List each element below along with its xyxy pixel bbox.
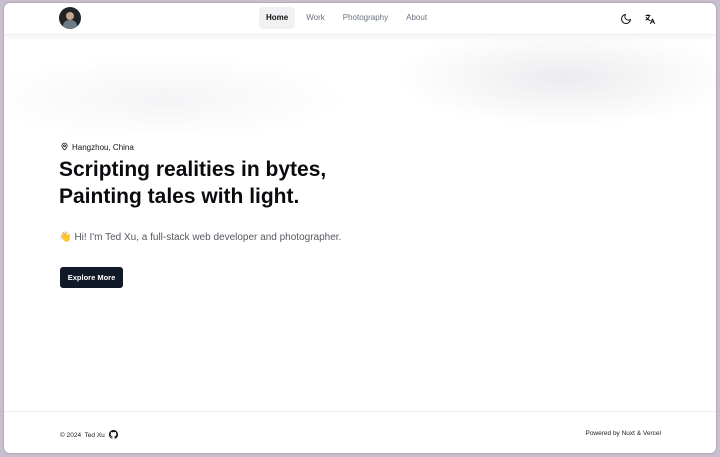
browser-window: Home Work Photography About Hangzhou, Ch…	[4, 3, 716, 453]
powered-by: Powered by Nuxt & Vercel	[585, 430, 661, 437]
moon-icon[interactable]	[620, 12, 632, 24]
translate-icon[interactable]	[644, 12, 656, 24]
site-header: Home Work Photography About	[4, 3, 716, 35]
nav-item-photography[interactable]: Photography	[336, 7, 395, 29]
site-footer: © 2024 Ted Xu Powered by Nuxt & Vercel	[4, 411, 716, 453]
nav-item-home[interactable]: Home	[259, 7, 296, 29]
background-wash	[4, 38, 716, 414]
main-nav: Home Work Photography About	[259, 7, 434, 29]
intro-text: Hi! I'm Ted Xu, a full-stack web develop…	[74, 232, 342, 243]
avatar-head	[66, 12, 74, 20]
nav-item-about[interactable]: About	[399, 7, 434, 29]
github-icon[interactable]	[108, 430, 118, 441]
avatar-body	[63, 20, 77, 29]
page-title: Scripting realities in bytes, Painting t…	[59, 156, 439, 210]
waving-hand-icon: 👋	[59, 232, 72, 243]
copyright-text: © 2024 Ted Xu	[60, 432, 105, 439]
location-text: Hangzhou, China	[72, 143, 134, 152]
headline-line-1: Scripting realities in bytes,	[59, 158, 327, 181]
location: Hangzhou, China	[60, 142, 134, 153]
nav-item-work[interactable]: Work	[299, 7, 332, 29]
headline-line-2: Painting tales with light.	[59, 185, 300, 208]
copyright: © 2024 Ted Xu	[60, 430, 118, 441]
intro: 👋 Hi! I'm Ted Xu, a full-stack web devel…	[59, 232, 341, 243]
avatar[interactable]	[59, 7, 81, 29]
explore-more-button[interactable]: Explore More	[60, 267, 123, 288]
map-pin-icon	[60, 142, 69, 153]
